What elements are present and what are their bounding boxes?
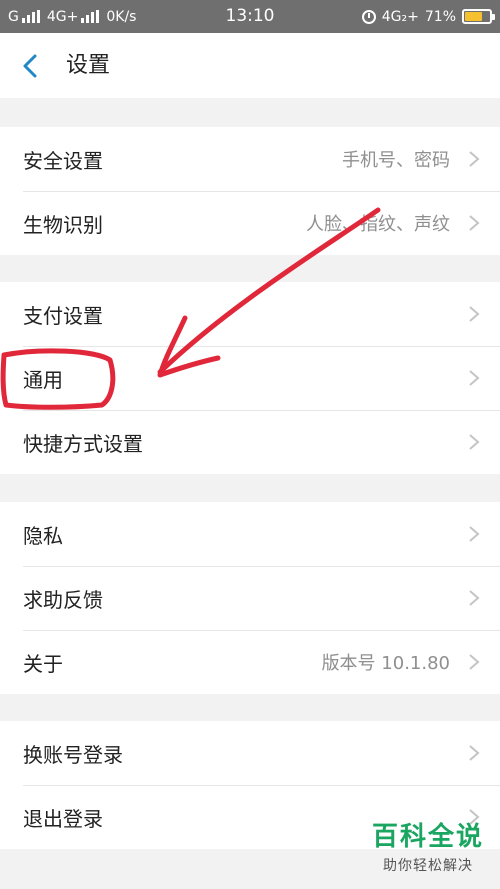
watermark: 百科全说 助你轻松解决 <box>372 816 484 875</box>
status-bar: G 4G+ 0K/s 13:10 4G₂+ 71% <box>0 0 500 33</box>
chevron-right-icon <box>469 370 480 386</box>
page-title: 设置 <box>66 53 111 78</box>
row-label: 隐私 <box>23 523 63 548</box>
network-right-label: 4G₂+ <box>381 8 419 25</box>
row-label: 支付设置 <box>23 303 103 328</box>
row-biometrics[interactable]: 生物识别 人脸、指纹、声纹 <box>0 191 500 255</box>
chevron-right-icon <box>469 526 480 542</box>
row-help-feedback[interactable]: 求助反馈 <box>0 566 500 630</box>
header: 设置 <box>0 33 500 98</box>
row-general[interactable]: 通用 <box>0 346 500 410</box>
chevron-right-icon <box>469 434 480 450</box>
row-label: 求助反馈 <box>23 587 103 612</box>
settings-group-misc: 隐私 求助反馈 关于 版本号 10.1.80 <box>0 502 500 694</box>
row-payment-settings[interactable]: 支付设置 <box>0 282 500 346</box>
chevron-right-icon <box>469 590 480 606</box>
chevron-right-icon <box>469 306 480 322</box>
settings-group-account: 安全设置 手机号、密码 生物识别 人脸、指纹、声纹 <box>0 127 500 255</box>
row-label: 退出登录 <box>23 806 103 831</box>
row-security-settings[interactable]: 安全设置 手机号、密码 <box>0 127 500 191</box>
battery-icon <box>462 9 495 24</box>
row-label: 通用 <box>23 367 63 392</box>
row-label: 快捷方式设置 <box>23 431 143 456</box>
back-arrow-icon[interactable] <box>20 53 42 79</box>
row-label: 换账号登录 <box>23 742 123 767</box>
row-shortcut-settings[interactable]: 快捷方式设置 <box>0 410 500 474</box>
row-value: 手机号、密码 <box>342 150 450 171</box>
alarm-icon <box>361 9 376 24</box>
row-label: 生物识别 <box>23 212 103 237</box>
battery-label: 71% <box>424 8 456 25</box>
chevron-right-icon <box>469 745 480 761</box>
row-about[interactable]: 关于 版本号 10.1.80 <box>0 630 500 694</box>
watermark-title: 百科全说 <box>371 822 484 852</box>
row-switch-account[interactable]: 换账号登录 <box>0 721 500 785</box>
settings-group-general: 支付设置 通用 快捷方式设置 <box>0 282 500 474</box>
chevron-right-icon <box>469 215 480 231</box>
chevron-right-icon <box>469 151 480 167</box>
row-label: 安全设置 <box>23 148 103 173</box>
watermark-subtitle: 助你轻松解决 <box>382 858 473 874</box>
chevron-right-icon <box>469 654 480 670</box>
row-label: 关于 <box>23 651 63 676</box>
row-privacy[interactable]: 隐私 <box>0 502 500 566</box>
row-value: 人脸、指纹、声纹 <box>306 214 450 235</box>
row-value: 版本号 10.1.80 <box>321 653 450 674</box>
